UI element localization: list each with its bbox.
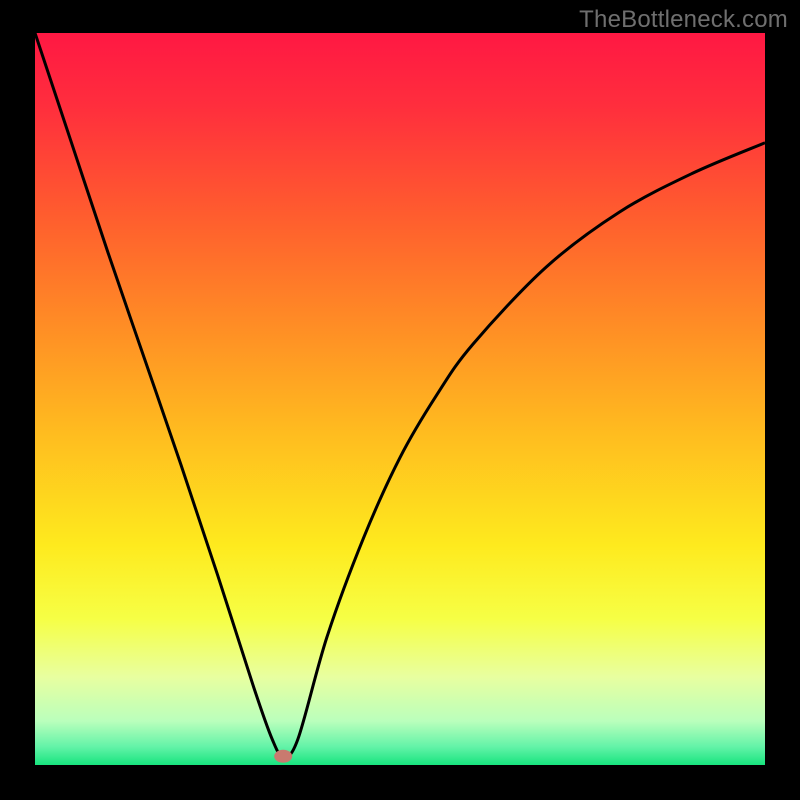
gradient-background bbox=[35, 33, 765, 765]
chart-svg bbox=[35, 33, 765, 765]
plot-area bbox=[35, 33, 765, 765]
optimum-marker bbox=[274, 750, 292, 763]
watermark: TheBottleneck.com bbox=[579, 6, 788, 34]
chart-frame: TheBottleneck.com bbox=[0, 0, 800, 800]
